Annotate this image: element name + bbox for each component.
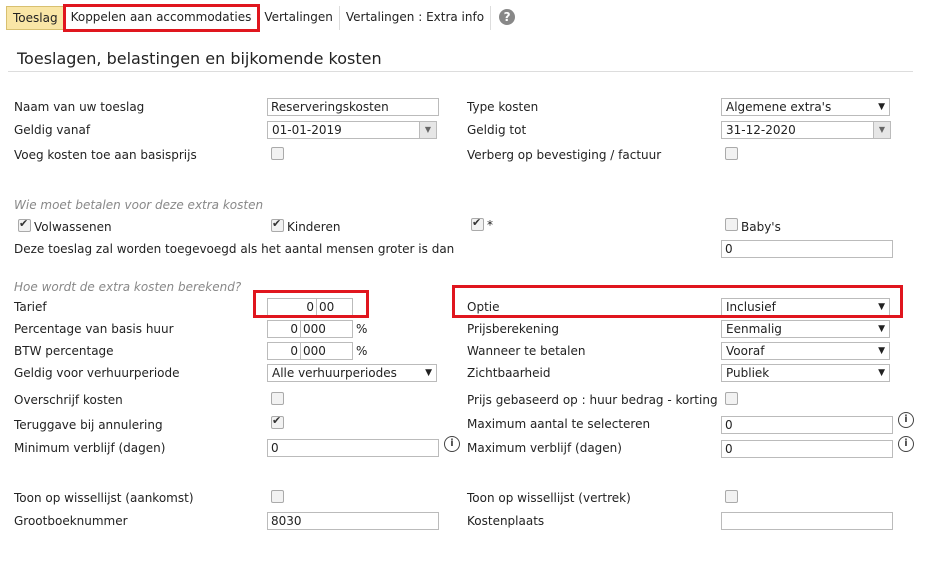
btw-input[interactable]: 0 000 (267, 342, 353, 360)
prijs-gebaseerd-label: Prijs gebaseerd op : huur bedrag - korti… (467, 393, 718, 407)
tarief-label: Tarief (14, 300, 47, 314)
percent-sign: % (356, 322, 368, 336)
type-kosten-label: Type kosten (467, 100, 539, 114)
overschrijf-checkbox[interactable] (271, 392, 284, 405)
min-verblijf-input[interactable]: 0 (267, 439, 439, 457)
highlight-tarief (253, 290, 369, 318)
chevron-down-icon: ▼ (878, 368, 885, 378)
kostenplaats-label: Kostenplaats (467, 514, 545, 528)
toon-vertrek-label: Toon op wissellijst (vertrek) (467, 491, 631, 505)
star-label: * (487, 218, 493, 232)
percentage-input[interactable]: 0 000 (267, 320, 353, 338)
calendar-dropdown-icon[interactable]: ▼ (419, 122, 436, 138)
prijsberekening-label: Prijsberekening (467, 322, 559, 336)
wie-section-heading: Wie moet betalen voor deze extra kosten (14, 198, 264, 212)
grootboek-label: Grootboeknummer (14, 514, 128, 528)
verberg-label: Verberg op bevestiging / factuur (467, 148, 662, 162)
babys-label: Baby's (741, 220, 781, 234)
page-title: Toeslagen, belastingen en bijkomende kos… (17, 49, 382, 68)
percentage-decimal[interactable]: 000 (301, 320, 353, 338)
type-kosten-select[interactable]: Algemene extra's ▼ (721, 98, 890, 116)
highlight-optie (452, 285, 903, 318)
zichtbaarheid-label: Zichtbaarheid (467, 366, 551, 380)
kostenplaats-input[interactable] (721, 512, 893, 530)
chevron-down-icon: ▼ (878, 102, 885, 112)
geldig-tot-label: Geldig tot (467, 123, 527, 137)
wanneer-label: Wanneer te betalen (467, 344, 586, 358)
basisprijs-label: Voeg kosten toe aan basisprijs (14, 148, 197, 162)
help-icon[interactable]: ? (499, 9, 516, 25)
toeslag-mensen-input[interactable]: 0 (721, 240, 893, 258)
tab-vertalingen[interactable]: Vertalingen (258, 6, 340, 30)
percent-sign: % (356, 344, 368, 358)
zichtbaarheid-select[interactable]: Publiek ▼ (721, 364, 890, 382)
naam-label: Naam van uw toeslag (14, 100, 145, 114)
geldig-tot-input[interactable]: 31-12-2020 ▼ (721, 121, 891, 139)
info-icon[interactable]: i (898, 436, 914, 452)
toon-aankomst-label: Toon op wissellijst (aankomst) (14, 491, 194, 505)
max-aantal-label: Maximum aantal te selecteren (467, 417, 651, 431)
star-checkbox[interactable] (471, 216, 484, 231)
max-verblijf-input[interactable]: 0 (721, 440, 893, 458)
hoe-section-heading: Hoe wordt de extra kosten berekend? (14, 280, 242, 294)
kinderen-checkbox[interactable] (271, 217, 284, 232)
chevron-down-icon: ▼ (878, 346, 885, 356)
tab-koppelen-accommodaties[interactable]: Koppelen aan accommodaties (62, 4, 261, 32)
periode-select[interactable]: Alle verhuurperiodes ▼ (267, 364, 437, 382)
tab-bar: Toeslag Koppelen aan accommodaties Verta… (6, 4, 523, 32)
max-aantal-input[interactable]: 0 (721, 416, 893, 434)
chevron-down-icon: ▼ (878, 324, 885, 334)
btw-decimal[interactable]: 000 (301, 342, 353, 360)
min-verblijf-label: Minimum verblijf (dagen) (14, 441, 166, 455)
wanneer-select[interactable]: Vooraf ▼ (721, 342, 890, 360)
percentage-integer[interactable]: 0 (267, 320, 301, 338)
teruggave-label: Teruggave bij annulering (14, 418, 163, 432)
prijs-gebaseerd-checkbox[interactable] (725, 392, 738, 405)
btw-integer[interactable]: 0 (267, 342, 301, 360)
tab-vertalingen-extra-info[interactable]: Vertalingen : Extra info (340, 6, 492, 30)
toon-vertrek-checkbox[interactable] (725, 490, 738, 503)
toeslag-mensen-label: Deze toeslag zal worden toegevoegd als h… (14, 242, 455, 256)
grootboek-input[interactable]: 8030 (267, 512, 439, 530)
toon-aankomst-checkbox[interactable] (271, 490, 284, 503)
overschrijf-label: Overschrijf kosten (14, 393, 123, 407)
tab-toeslag[interactable]: Toeslag (6, 6, 65, 30)
kinderen-label: Kinderen (287, 220, 341, 234)
teruggave-checkbox[interactable] (271, 414, 284, 429)
calendar-dropdown-icon[interactable]: ▼ (873, 122, 890, 138)
chevron-down-icon: ▼ (425, 368, 432, 378)
volwassenen-checkbox[interactable] (18, 217, 31, 232)
volwassenen-label: Volwassenen (34, 220, 112, 234)
divider (8, 71, 913, 72)
verberg-checkbox[interactable] (725, 147, 738, 160)
geldig-vanaf-input[interactable]: 01-01-2019 ▼ (267, 121, 437, 139)
naam-input[interactable]: Reserveringskosten (267, 98, 439, 116)
geldig-vanaf-label: Geldig vanaf (14, 123, 91, 137)
periode-label: Geldig voor verhuurperiode (14, 366, 180, 380)
info-icon[interactable]: i (444, 436, 460, 452)
percentage-label: Percentage van basis huur (14, 322, 174, 336)
basisprijs-checkbox[interactable] (271, 147, 284, 160)
max-verblijf-label: Maximum verblijf (dagen) (467, 441, 622, 455)
btw-label: BTW percentage (14, 344, 114, 358)
prijsberekening-select[interactable]: Eenmalig ▼ (721, 320, 890, 338)
info-icon[interactable]: i (898, 412, 914, 428)
babys-checkbox[interactable] (725, 218, 738, 231)
